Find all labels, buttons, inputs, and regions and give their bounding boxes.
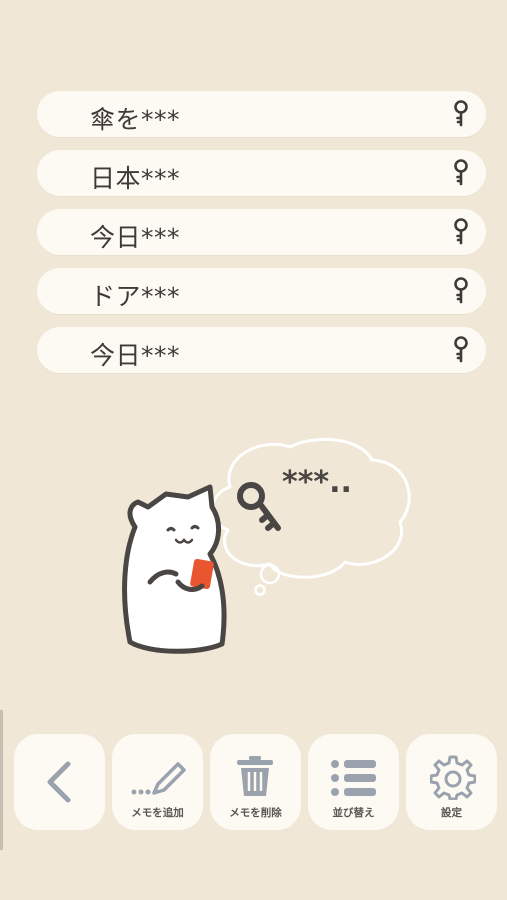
- add-memo-button[interactable]: メモを追加: [112, 734, 203, 830]
- memo-text: 日本***: [90, 164, 181, 193]
- memo-list: 傘を*** 日本*** 今日*** ドア*** 今日***: [37, 91, 486, 386]
- memo-item[interactable]: 今日***: [37, 209, 486, 255]
- sort-button[interactable]: 並び替え: [308, 734, 399, 830]
- settings-button[interactable]: 設定: [406, 734, 497, 830]
- settings-label: 設定: [441, 807, 462, 819]
- memo-text: ドア***: [90, 282, 181, 311]
- list-icon: [331, 760, 376, 796]
- sort-label: 並び替え: [332, 807, 375, 819]
- gear-icon: [430, 755, 476, 800]
- bubble-text: ***..: [282, 465, 352, 500]
- memo-text: 今日***: [90, 341, 181, 370]
- memo-item[interactable]: 傘を***: [37, 91, 486, 137]
- memo-text: 傘を***: [90, 105, 181, 134]
- key-icon[interactable]: [448, 158, 474, 188]
- pencil-icon: [131, 762, 186, 795]
- memo-item[interactable]: 日本***: [37, 150, 486, 196]
- key-icon[interactable]: [448, 217, 474, 247]
- delete-memo-button[interactable]: メモを削除: [210, 734, 301, 830]
- chevron-left-icon: [47, 761, 71, 803]
- key-icon[interactable]: [448, 335, 474, 365]
- key-icon[interactable]: [448, 99, 474, 129]
- cat-illustration: ***..: [122, 437, 411, 654]
- memo-item[interactable]: 今日***: [37, 327, 486, 373]
- key-icon[interactable]: [448, 276, 474, 306]
- memo-text: 今日***: [90, 223, 181, 252]
- memo-item[interactable]: ドア***: [37, 268, 486, 314]
- trash-icon: [237, 756, 273, 796]
- key-icon: [237, 482, 281, 531]
- add-memo-label: メモを追加: [131, 807, 184, 819]
- bottom-toolbar: メモを追加 メモを削除 並び替え 設定: [14, 734, 498, 830]
- delete-memo-label: メモを削除: [229, 807, 282, 819]
- left-edge-bar: [0, 710, 3, 850]
- thought-bubble-icon: [210, 437, 411, 596]
- cat-icon: [122, 484, 227, 654]
- back-button[interactable]: [14, 734, 105, 830]
